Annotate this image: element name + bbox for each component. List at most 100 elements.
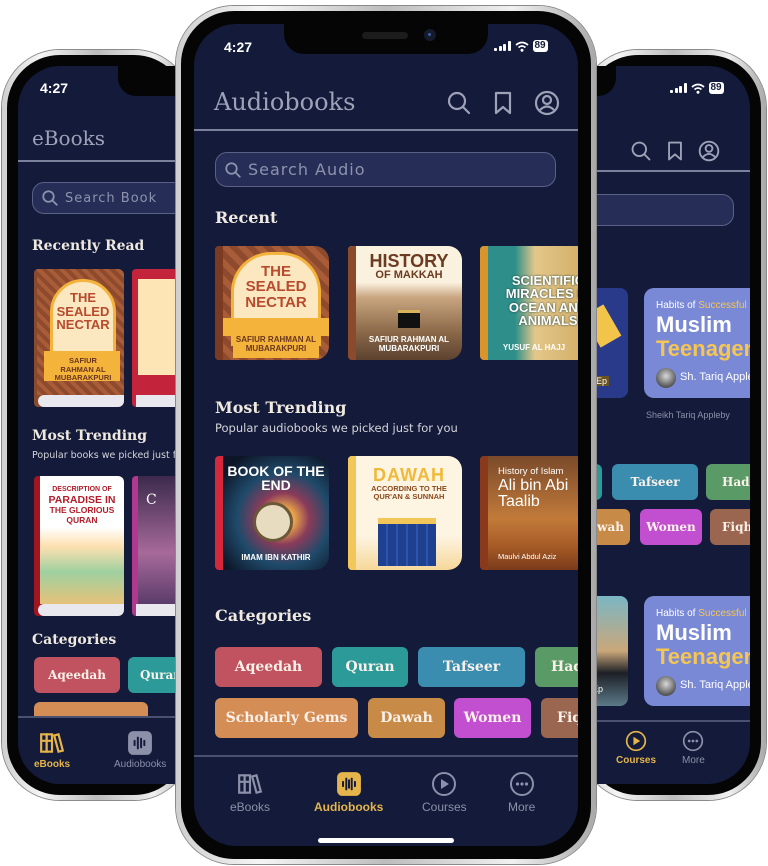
cover-author: SAFIUR RAHMAN AL MUBARAKPURI (368, 335, 450, 353)
search-book-input[interactable]: Search Book (32, 182, 176, 214)
cover-spine (215, 456, 223, 570)
tab-audiobooks[interactable]: Audiobooks (114, 730, 166, 770)
category-chip-women[interactable]: Women (454, 698, 531, 738)
cover-title: BOOK OF THE END (227, 463, 325, 494)
tab-courses[interactable]: Courses (616, 730, 656, 766)
course-kicker: Habits of Successful (656, 608, 747, 619)
header-divider (596, 170, 750, 172)
search-icon (42, 190, 58, 206)
header-icons (446, 90, 560, 116)
cover-art (596, 304, 622, 348)
kicker-text: Habits of (656, 300, 699, 311)
tabbar-divider (596, 720, 750, 722)
category-chip[interactable]: Fiqh (710, 509, 750, 545)
course-kicker: Habits of Successful (656, 300, 747, 311)
cover-author: IMAM IBN KATHIR (241, 553, 311, 562)
kaaba (398, 310, 420, 328)
audiobook-cover-ali-bin-abi-taalib[interactable]: History of Islam Ali bin Abi Taalib Maul… (480, 456, 578, 570)
category-chip[interactable]: Women (640, 509, 702, 545)
book-title: C (146, 492, 157, 508)
book-cover-paradise[interactable]: DESCRIPTION OF PARADISE IN THE GLORIOUS … (34, 476, 124, 616)
audiobook-cover-history-makkah[interactable]: HISTORY OF MAKKAH SAFIUR RAHMAN AL MUBAR… (348, 246, 462, 360)
course-title-line2: Teenagers (656, 336, 750, 361)
course-thumb[interactable]: Ep (596, 596, 628, 706)
ebooks-screen: 4:27 eBooks Search Book Recently Read TH… (18, 66, 176, 784)
course-caption: Sheikh Tariq Appleby (646, 410, 730, 420)
audiobook-cover-scientific-miracles[interactable]: SCIENTIFIC MIRACLES IN OCEAN AND ANIMALS… (480, 246, 578, 360)
course-thumb[interactable]: Ep (596, 288, 628, 398)
category-chip-quran[interactable]: Quran (332, 647, 408, 687)
bookmark-icon[interactable] (490, 90, 516, 116)
recent-title: Recent (215, 208, 278, 227)
profile-icon[interactable] (698, 140, 720, 162)
speaker (362, 32, 408, 39)
trending-title: Most Trending (215, 398, 347, 417)
tab-more[interactable]: More (682, 730, 705, 766)
tab-ebooks[interactable]: eBooks (230, 771, 270, 814)
book-pages (38, 604, 124, 616)
tab-more[interactable]: More (508, 771, 535, 814)
category-chip-hadith[interactable]: Hadith (535, 647, 578, 687)
tab-ebooks[interactable]: eBooks (34, 730, 70, 770)
search-audio-input[interactable]: Search Audio (215, 152, 556, 187)
tab-label: eBooks (34, 759, 71, 770)
category-chip-dawah[interactable]: Dawah (368, 698, 445, 738)
audiobook-cover-book-of-the-end[interactable]: BOOK OF THE END IMAM IBN KATHIR (215, 456, 329, 570)
profile-icon[interactable] (534, 90, 560, 116)
audiobook-cover-sealed-nectar[interactable]: THE SEALED NECTAR SAFIUR RAHMAN AL MUBAR… (215, 246, 329, 360)
category-chip[interactable]: Aqeedah (34, 657, 120, 693)
book-cover-mountain[interactable]: C (132, 476, 176, 616)
cover-panel (138, 279, 176, 375)
notch (596, 66, 616, 96)
status-icons: 89 (494, 40, 548, 52)
book-pages (38, 395, 124, 407)
search-icon[interactable] (630, 140, 652, 162)
search-icon[interactable] (446, 90, 472, 116)
cover-spine (348, 246, 356, 360)
category-chip[interactable]: Hadith (706, 464, 750, 500)
book-cover-sealed-nectar[interactable]: THE SEALED NECTAR SAFIUR RAHMAN AL MUBAR… (34, 269, 124, 407)
phone-ebooks: 4:27 eBooks Search Book Recently Read TH… (2, 50, 192, 800)
camera (424, 29, 436, 41)
signal-icon (670, 83, 687, 93)
status-time: 4:27 (224, 39, 253, 55)
tabbar-divider (18, 716, 176, 718)
course-card[interactable]: Habits of Successful Muslim Teenagers Sh… (644, 288, 750, 398)
tab-label: More (508, 800, 536, 814)
more-icon (509, 772, 534, 796)
category-chip-scholarly-gems[interactable]: Scholarly Gems (215, 698, 358, 738)
book-cover-2[interactable] (132, 269, 176, 407)
category-chip[interactable]: Tafseer (612, 464, 698, 500)
tab-courses[interactable]: Courses (422, 771, 467, 814)
search-input[interactable] (596, 194, 734, 226)
category-chip[interactable]: Quran (128, 657, 176, 693)
header-divider (194, 129, 578, 131)
course-card[interactable]: Habits of Successful Muslim Teenagers Sh… (644, 596, 750, 706)
book-title: THE SEALED NECTAR (56, 290, 110, 333)
wifi-icon (690, 83, 705, 94)
category-chip-tafseer[interactable]: Tafseer (418, 647, 525, 687)
audio-wave-icon (336, 772, 361, 796)
category-chip-partial[interactable] (596, 464, 602, 500)
cover-subtitle: OF MAKKAH (375, 269, 443, 281)
notch (118, 66, 176, 96)
title-line: THE GLORIOUS QURAN (49, 505, 115, 525)
categories-title: Categories (32, 632, 117, 648)
tabbar-divider (194, 755, 578, 757)
trending-subtitle: Popular audiobooks we picked just for yo… (215, 421, 458, 435)
book-pages (136, 395, 176, 407)
bookmark-icon[interactable] (664, 140, 686, 162)
audiobook-cover-dawah[interactable]: DAWAH ACCORDING TO THE QUR'AN & SUNNAH (348, 456, 462, 570)
wifi-icon (514, 41, 529, 52)
tab-audiobooks[interactable]: Audiobooks (314, 771, 383, 814)
category-chip-aqeedah[interactable]: Aqeedah (215, 647, 322, 687)
category-chip[interactable]: Dawah (596, 509, 630, 545)
recently-read-title: Recently Read (32, 238, 145, 254)
page-title: eBooks (32, 126, 105, 150)
category-chip-fiqh[interactable]: Fiqh (541, 698, 578, 738)
audio-wave-icon (128, 731, 153, 755)
kicker-highlight: Successful (698, 608, 747, 619)
books-icon (40, 733, 65, 753)
trending-subtitle: Popular books we picked just for you (32, 450, 176, 461)
episode-badge: Ep (596, 684, 604, 694)
